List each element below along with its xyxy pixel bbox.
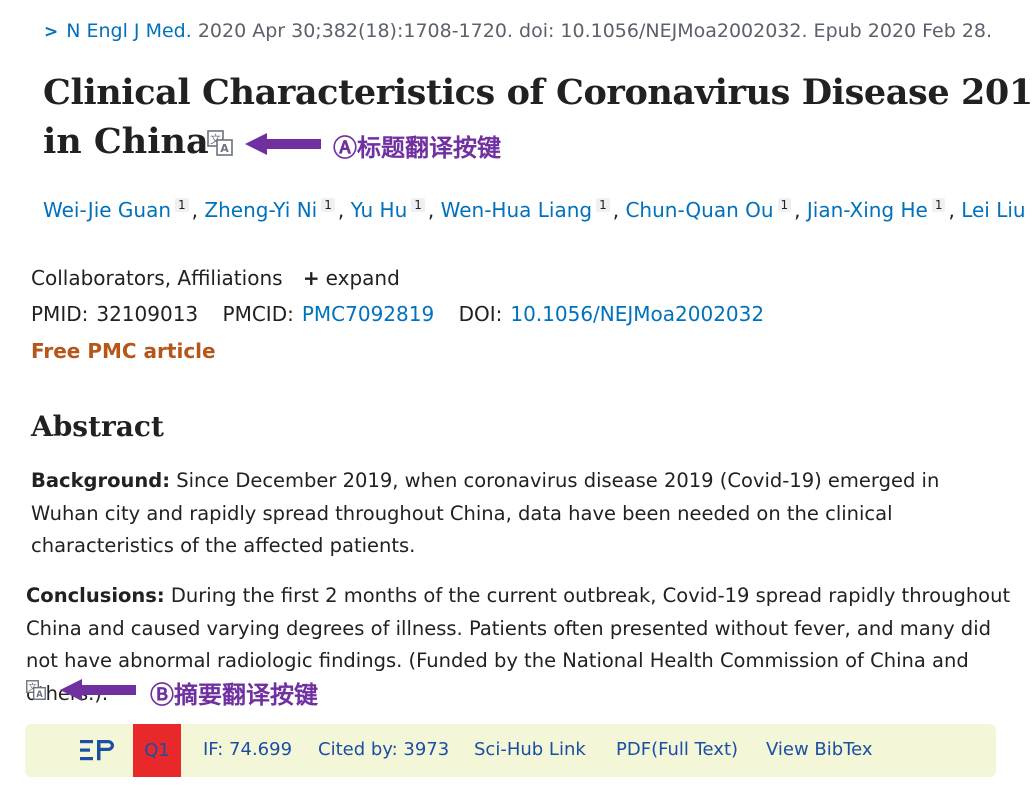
author-link[interactable]: Chun-Quan Ou — [625, 198, 773, 222]
doi-link[interactable]: 10.1056/NEJMoa2002032 — [510, 302, 764, 326]
pmcid-label: PMCID: — [222, 302, 294, 326]
affiliation-marker[interactable]: 1 — [931, 198, 946, 212]
author-link[interactable]: Zheng-Yi Ni — [204, 198, 317, 222]
abstract-background: Background: Since December 2019, when co… — [31, 465, 1006, 563]
author-link[interactable]: Wen-Hua Liang — [441, 198, 592, 222]
journal-citation: > N Engl J Med. 2020 Apr 30;382(18):1708-… — [44, 20, 992, 42]
quartile-badge: Q1 — [133, 724, 181, 777]
pmcid-link[interactable]: PMC7092819 — [302, 302, 434, 326]
article-identifiers: PMID: 32109013 PMCID: PMC7092819 DOI: 10.10… — [31, 302, 764, 326]
pmid-value: 32109013 — [96, 302, 199, 326]
article-title-line-2: in China — [43, 121, 209, 162]
affiliation-marker[interactable]: 1 — [411, 198, 425, 212]
author-link[interactable]: Jian-Xing He — [807, 198, 928, 222]
scihub-link[interactable]: Sci-Hub Link — [474, 739, 586, 760]
translate-icon[interactable]: 文 A — [26, 680, 46, 700]
view-bibtex-link[interactable]: View BibTex — [766, 739, 873, 760]
easypubmed-ep-icon[interactable] — [80, 738, 114, 762]
easypubmed-toolbar: Q1 IF: 74.699 Cited by: 3973 Sci-Hub Lin… — [25, 724, 996, 777]
arrow-left-icon — [245, 133, 321, 155]
collaborators-affiliations: Collaborators, Affiliations + expand — [31, 266, 400, 290]
impact-factor: IF: 74.699 — [203, 739, 293, 760]
chevron-right-icon[interactable]: > — [44, 22, 58, 42]
arrow-left-icon — [60, 679, 136, 701]
article-title-line-1: Clinical Characteristics of Coronavirus … — [43, 72, 1034, 113]
author-link[interactable]: Yu Hu — [351, 198, 408, 222]
affiliation-marker[interactable]: 1 — [175, 198, 189, 212]
affiliation-marker[interactable]: 1 — [596, 198, 610, 212]
citation-details: 2020 Apr 30;382(18):1708-1720. doi: 10.1… — [197, 20, 993, 42]
affiliation-marker[interactable]: 1 — [777, 198, 792, 212]
author-list: Wei-Jie Guan 1, Zheng-Yi Ni 1, Yu Hu 1, Wen… — [43, 198, 1026, 222]
expand-button[interactable]: expand — [326, 266, 400, 290]
abstract-heading: Abstract — [31, 410, 164, 443]
plus-icon[interactable]: + — [303, 266, 320, 290]
author-link[interactable]: Lei Liu — [961, 198, 1025, 222]
cited-by-link[interactable]: Cited by: 3973 — [318, 739, 449, 760]
translate-icon[interactable]: 文 A — [207, 130, 233, 156]
pdf-full-text-link[interactable]: PDF(Full Text) — [616, 739, 738, 760]
background-label: Background: — [31, 469, 171, 492]
svg-text:A: A — [36, 689, 43, 699]
conclusions-label: Conclusions: — [26, 584, 165, 607]
free-pmc-badge: Free PMC article — [31, 339, 216, 363]
svg-text:A: A — [220, 142, 229, 155]
journal-link[interactable]: N Engl J Med. — [66, 20, 192, 42]
abstract-translate-annotation: Ⓑ摘要翻译按键 — [150, 681, 318, 709]
collaborators-label: Collaborators, Affiliations — [31, 266, 283, 290]
affiliation-marker[interactable]: 1 — [321, 198, 335, 212]
title-translate-annotation: Ⓐ标题翻译按键 — [333, 134, 501, 162]
doi-label: DOI: — [458, 302, 503, 326]
pmid-label: PMID: — [31, 302, 89, 326]
author-link[interactable]: Wei-Jie Guan — [43, 198, 171, 222]
